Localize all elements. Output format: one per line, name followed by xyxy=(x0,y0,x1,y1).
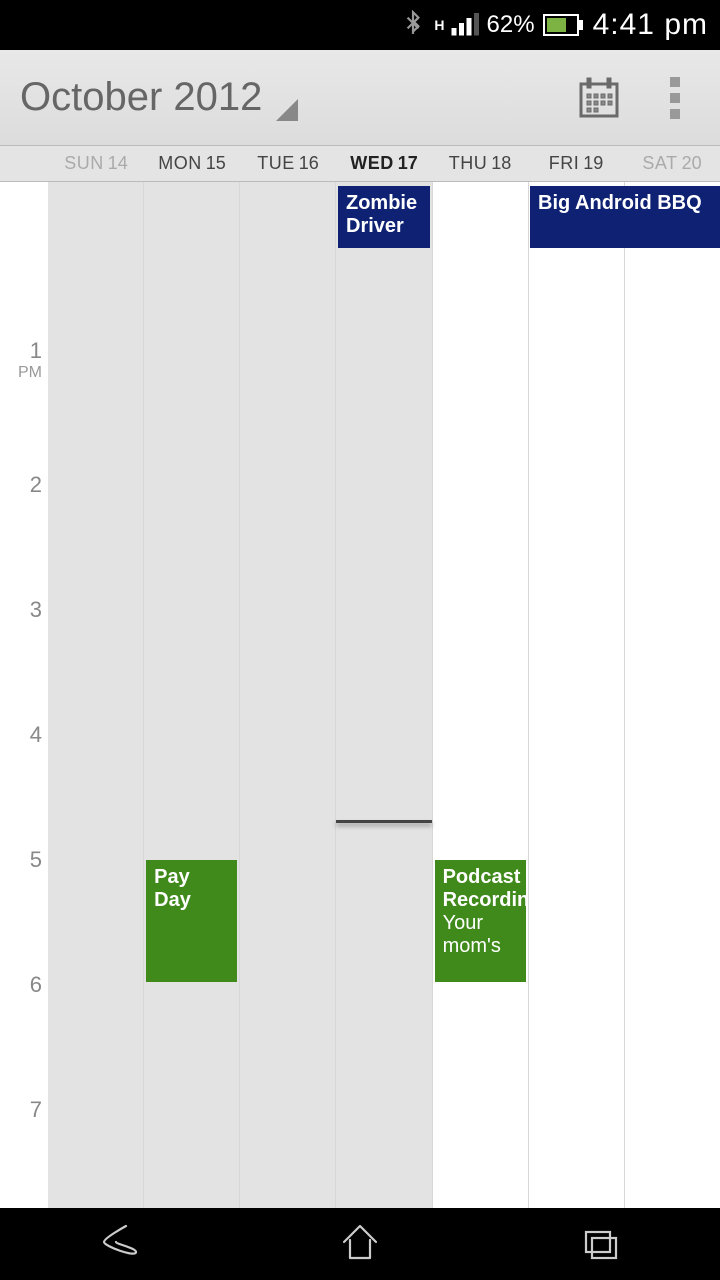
current-time-indicator xyxy=(336,820,432,823)
bluetooth-icon xyxy=(400,10,426,41)
hour-label-5: 5 xyxy=(30,847,42,873)
hour-label-3: 3 xyxy=(30,597,42,623)
allday-row: Zombie Driver Big Android BBQ xyxy=(48,182,720,252)
recent-apps-button[interactable] xyxy=(576,1218,624,1271)
day-header-thu[interactable]: THU18 xyxy=(432,146,528,181)
hour-label-2: 2 xyxy=(30,472,42,498)
status-time: 4:41 pm xyxy=(593,8,708,42)
day-header-mon[interactable]: MON15 xyxy=(144,146,240,181)
allday-event-bbq[interactable]: Big Android BBQ xyxy=(530,186,720,248)
day-header-wed[interactable]: WED17 xyxy=(336,146,432,181)
day-column-thu[interactable]: Podcast Recording Your mom's xyxy=(433,182,529,1208)
day-header-fri[interactable]: FRI19 xyxy=(528,146,624,181)
allday-event-zombie[interactable]: Zombie Driver xyxy=(338,186,430,248)
hour-label-1pm: 1PM xyxy=(18,338,42,382)
network-type-label: H xyxy=(434,17,444,33)
back-button[interactable] xyxy=(96,1218,144,1271)
day-column-wed[interactable] xyxy=(336,182,432,1208)
day-column-sun[interactable] xyxy=(48,182,144,1208)
battery-percent: 62% xyxy=(487,11,535,39)
event-payday[interactable]: Pay Day xyxy=(146,860,237,982)
day-column-fri[interactable] xyxy=(529,182,625,1208)
day-header-row: SUN14 MON15 TUE16 WED17 THU18 FRI19 SAT2… xyxy=(0,146,720,182)
hour-label-4: 4 xyxy=(30,722,42,748)
day-column-sat[interactable] xyxy=(625,182,720,1208)
day-header-sun[interactable]: SUN14 xyxy=(48,146,144,181)
today-button[interactable] xyxy=(574,73,624,123)
hour-label-6: 6 xyxy=(30,972,42,998)
time-gutter: 1PM 2 3 4 5 6 7 xyxy=(0,182,48,1208)
navigation-bar xyxy=(0,1208,720,1280)
signal-icon xyxy=(449,8,479,43)
calendar-grid[interactable]: 1PM 2 3 4 5 6 7 Pay Day Podcast Recordin… xyxy=(0,182,720,1208)
overflow-menu-button[interactable] xyxy=(650,73,700,123)
day-header-sat[interactable]: SAT20 xyxy=(624,146,720,181)
dropdown-indicator-icon[interactable] xyxy=(276,99,298,121)
event-podcast[interactable]: Podcast Recording Your mom's xyxy=(435,860,526,982)
status-bar: H 62% 4:41 pm xyxy=(0,0,720,50)
day-header-tue[interactable]: TUE16 xyxy=(240,146,336,181)
month-title[interactable]: October 2012 xyxy=(20,75,262,120)
day-column-tue[interactable] xyxy=(240,182,336,1208)
battery-icon xyxy=(543,14,579,36)
app-header: October 2012 xyxy=(0,50,720,146)
day-column-mon[interactable]: Pay Day xyxy=(144,182,240,1208)
home-button[interactable] xyxy=(336,1218,384,1271)
hour-label-7: 7 xyxy=(30,1097,42,1123)
